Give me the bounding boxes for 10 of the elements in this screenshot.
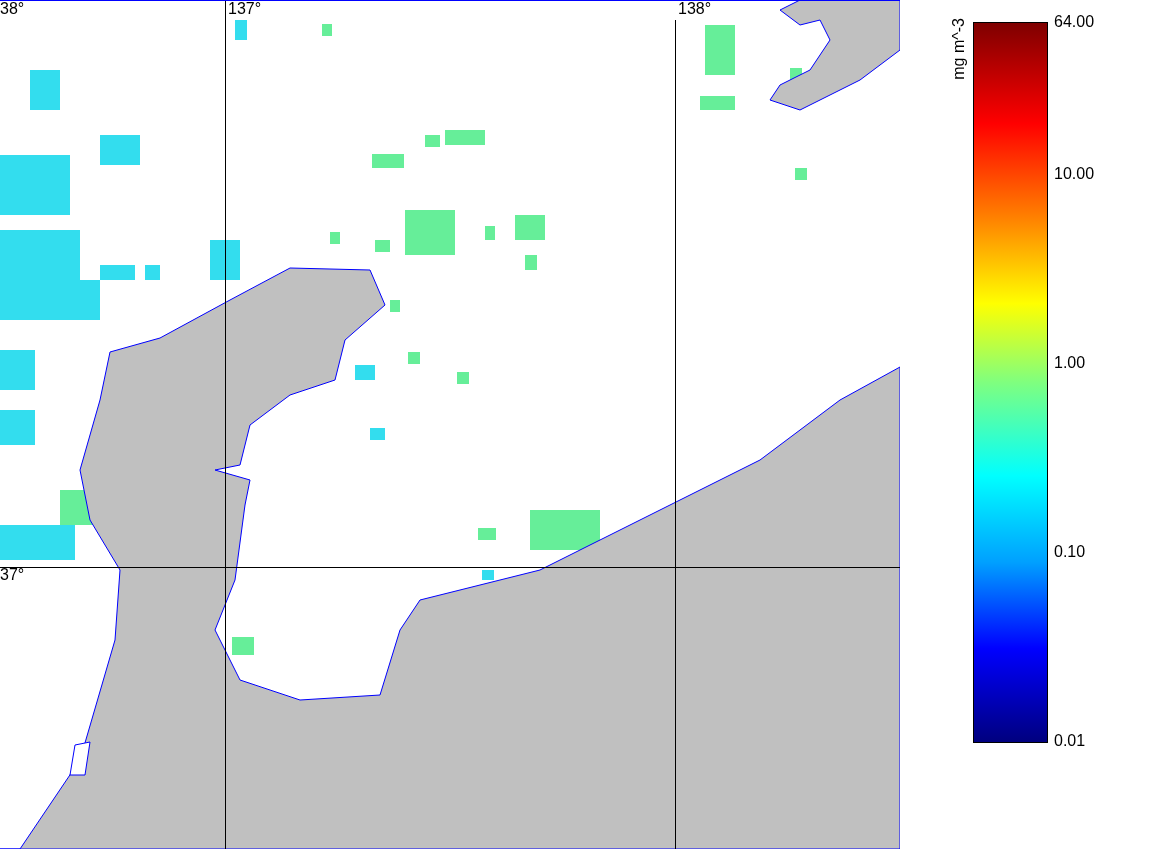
- tick-label: 0.01: [1054, 731, 1086, 751]
- latitude-label: 38°: [0, 0, 25, 18]
- tick-label: 10.00: [1054, 164, 1095, 184]
- tick-label: 1.00: [1054, 353, 1086, 373]
- tick-label: 0.10: [1054, 542, 1086, 562]
- longitude-label: 137°: [228, 0, 262, 18]
- tick-label: 64.00: [1054, 12, 1095, 32]
- longitude-label: 138°: [678, 0, 712, 18]
- latitude-label: 37°: [0, 566, 25, 584]
- unit-label: mg m^-3: [950, 18, 968, 80]
